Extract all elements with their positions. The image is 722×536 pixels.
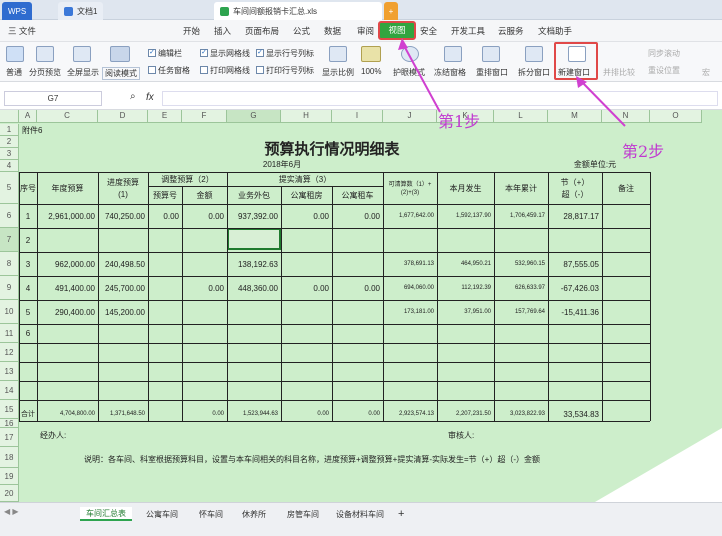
print-rowcol-label: 打印行号列标 [266, 66, 314, 75]
rearrange-icon [482, 46, 500, 62]
page-break-preview-button[interactable]: 分页预览 [29, 67, 61, 78]
fx-icon[interactable]: fx [146, 92, 154, 103]
menu-review[interactable]: 审阅 [357, 25, 374, 37]
rearrange-windows-dropdown[interactable]: 重排窗口 [476, 67, 508, 78]
new-tab-button[interactable]: + [384, 2, 398, 20]
formula-bar: G7 ⌕ fx [0, 88, 722, 110]
wps-app-tab[interactable]: WPS [2, 2, 33, 20]
menu-page-layout[interactable]: 页面布局 [245, 25, 279, 37]
sheet-tab-bar: ◀ ▶ 车间汇总表 公寓车间 怀车间 休养所 房管车间 设备材料车间 + [0, 502, 722, 536]
gridlines-label: 显示网格线 [210, 49, 250, 58]
title-tab-bar: WPS 文档1 车间间额报销卡汇总.xls + [0, 0, 722, 20]
freeze-icon [444, 46, 462, 62]
eye-icon [401, 46, 419, 62]
eye-care-button[interactable]: 护眼模式 [393, 67, 425, 78]
new-window-label: 新建窗口 [558, 68, 590, 77]
page-break-icon [36, 46, 54, 62]
taskpane-label: 任务窗格 [158, 66, 190, 75]
split-window-button[interactable]: 拆分窗口 [518, 67, 550, 78]
menu-cloud[interactable]: 云服务 [498, 25, 524, 37]
spreadsheet-grid[interactable]: A C D E F G H I J K L M N O 1 2 3 4 5 6 7 8 9 10 1… [0, 110, 722, 502]
normal-view-icon [6, 46, 24, 62]
magnifier-icon[interactable]: ⌕ [130, 91, 136, 102]
sheet-tab-housing[interactable]: 房管车间 [281, 507, 325, 521]
sheet-tab-sanatorium[interactable]: 休养所 [236, 507, 272, 521]
page-break-shade [595, 428, 722, 502]
print-gridlines-checkbox[interactable] [200, 66, 208, 74]
menu-home[interactable]: 开始 [183, 25, 200, 37]
sheet-tab-huai[interactable]: 怀车间 [193, 507, 229, 521]
new-window-button[interactable]: 新建窗口 [554, 42, 598, 80]
zoom-icon [329, 46, 347, 62]
zoom-button[interactable]: 显示比例 [322, 67, 354, 78]
step1-annotation: 第1步 [438, 112, 481, 131]
editbar-checkbox[interactable]: ✓ [148, 49, 156, 57]
taskpane-checkbox[interactable] [148, 66, 156, 74]
new-window-icon [568, 46, 586, 62]
name-box[interactable]: G7 [4, 91, 102, 106]
reading-mode-icon [110, 46, 130, 62]
reset-position-button[interactable]: 重设位置 [648, 65, 680, 76]
macro-button[interactable]: 宏 [702, 67, 710, 78]
print-gridlines-label: 打印网格线 [210, 66, 250, 75]
menu-view[interactable]: 视图 [378, 21, 416, 40]
editbar-label: 编辑栏 [158, 49, 182, 58]
fullscreen-button[interactable]: 全屏显示 [67, 67, 99, 78]
menu-developer[interactable]: 开发工具 [451, 25, 485, 37]
split-icon [525, 46, 543, 62]
file-menu[interactable]: 三 文件 [8, 25, 36, 37]
side-by-side-button[interactable]: 并排比较 [603, 67, 635, 78]
step2-annotation: 第2步 [622, 142, 665, 161]
sheet-tab-apt[interactable]: 公寓车间 [140, 507, 184, 521]
view-ribbon: 普通 分页预览 全屏显示 阅读模式 ✓ 编辑栏 任务窗格 ✓ 显示网格线 打印网… [0, 42, 722, 82]
menu-formula[interactable]: 公式 [293, 25, 310, 37]
zoom-100-button[interactable]: 100% [361, 67, 381, 76]
sheet-tab-summary[interactable]: 车间汇总表 [80, 507, 132, 521]
nav-arrows-icon[interactable]: ◀ ▶ [4, 507, 19, 516]
tab-spreadsheet[interactable]: 车间间额报销卡汇总.xls [214, 2, 382, 20]
tab-doc1[interactable]: 文档1 [58, 2, 104, 20]
sheet-tab-equipment[interactable]: 设备材料车间 [330, 507, 390, 521]
reading-mode-dropdown[interactable]: 阅读模式 [102, 67, 140, 80]
formula-input[interactable] [162, 91, 718, 106]
zoom-100-icon [361, 46, 381, 62]
menu-insert[interactable]: 插入 [214, 25, 231, 37]
print-rowcol-checkbox[interactable] [256, 66, 264, 74]
normal-view-button[interactable]: 普通 [6, 67, 22, 78]
doc-icon [64, 6, 73, 16]
add-sheet-button[interactable]: + [392, 507, 410, 521]
menu-bar: 三 文件 开始 插入 页面布局 公式 数据 审阅 视图 安全 开发工具 云服务 … [0, 20, 722, 42]
fullscreen-icon [73, 46, 91, 62]
menu-doc-assistant[interactable]: 文档助手 [538, 25, 572, 37]
menu-security[interactable]: 安全 [420, 25, 437, 37]
sync-scroll-button[interactable]: 同步滚动 [648, 48, 680, 59]
rowcol-headers-label: 显示行号列标 [266, 49, 314, 58]
freeze-panes-dropdown[interactable]: 冻结窗格 [434, 67, 466, 78]
gridlines-checkbox[interactable]: ✓ [200, 49, 208, 57]
menu-data[interactable]: 数据 [324, 25, 341, 37]
rowcol-headers-checkbox[interactable]: ✓ [256, 49, 264, 57]
spreadsheet-icon [220, 6, 229, 16]
